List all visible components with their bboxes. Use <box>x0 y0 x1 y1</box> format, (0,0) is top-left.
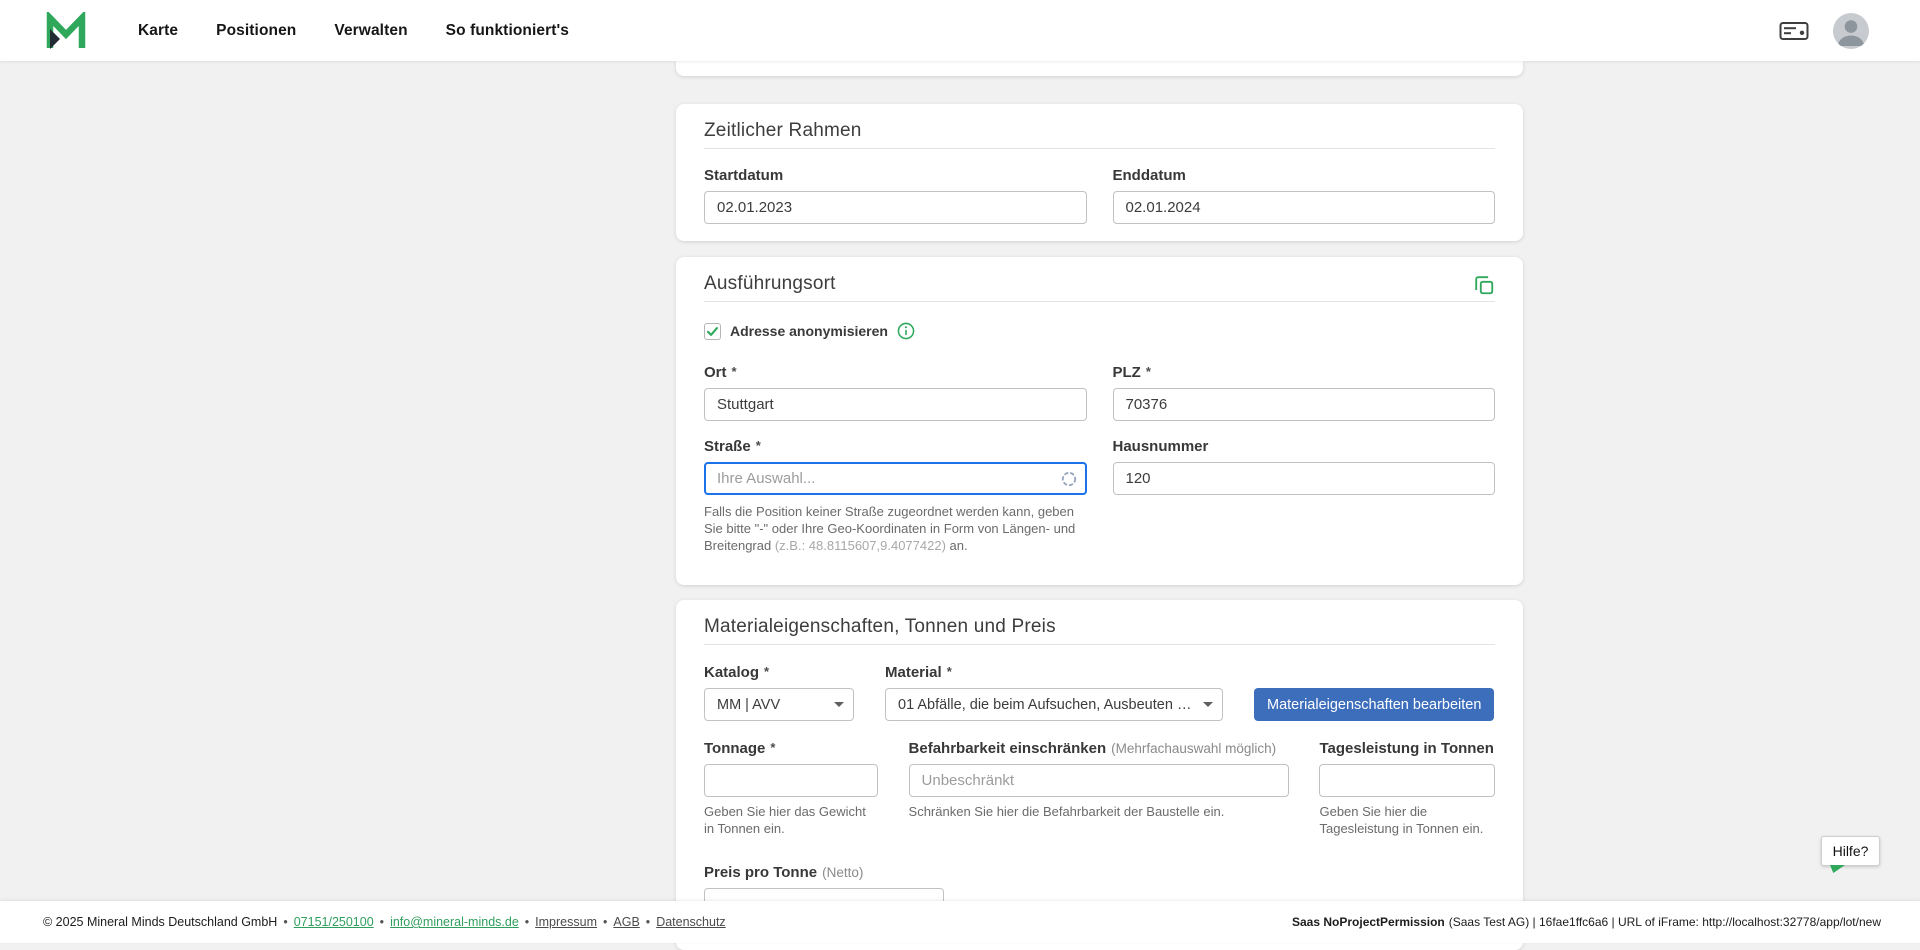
person-icon <box>1833 13 1869 49</box>
tagesleistung-helper-text: Geben Sie hier die Tagesleistung in Tonn… <box>1319 803 1495 837</box>
mineral-minds-logo[interactable] <box>46 11 86 51</box>
tonnage-helper-text: Geben Sie hier das Gewicht in Tonnen ein… <box>704 803 878 837</box>
enddatum-input[interactable] <box>1113 191 1496 224</box>
separator-dot: • <box>380 915 384 929</box>
chevron-down-icon <box>834 702 844 707</box>
footer-right: Saas NoProjectPermission (Saas Test AG) … <box>1292 915 1881 929</box>
tagesleistung-input[interactable] <box>1319 764 1495 797</box>
material-label: Material* <box>885 664 1223 682</box>
startdatum-label: Startdatum <box>704 167 1087 185</box>
strasse-label: Straße* <box>704 438 1087 456</box>
tonnage-field: Tonnage* Geben Sie hier das Gewicht in T… <box>704 740 878 837</box>
ort-label: Ort* <box>704 364 1087 382</box>
divider <box>704 644 1495 645</box>
nav-item-so-funktionierts[interactable]: So funktioniert's <box>446 22 569 40</box>
nav-item-positionen[interactable]: Positionen <box>216 22 296 40</box>
card-title-zeitlicher-rahmen: Zeitlicher Rahmen <box>704 119 1495 143</box>
tonnage-input[interactable] <box>704 764 878 797</box>
nav-item-karte[interactable]: Karte <box>138 22 178 40</box>
main-nav: Karte Positionen Verwalten So funktionie… <box>138 22 569 40</box>
card-title-ausfuehrungsort: Ausführungsort <box>704 272 836 296</box>
divider <box>704 148 1495 149</box>
saas-permission-text: Saas NoProjectPermission <box>1292 915 1445 929</box>
divider <box>704 301 1495 302</box>
card-zeitlicher-rahmen: Zeitlicher Rahmen Startdatum Enddatum <box>676 104 1523 241</box>
adresse-anonymisieren-checkbox[interactable] <box>704 323 721 340</box>
page-footer: © 2025 Mineral Minds Deutschland GmbH • … <box>0 901 1920 943</box>
footer-left: © 2025 Mineral Minds Deutschland GmbH • … <box>43 915 726 929</box>
befahrbarkeit-field: Befahrbarkeit einschränken (Mehrfachausw… <box>909 740 1290 820</box>
katalog-field: Katalog* MM | AVV <box>704 664 854 721</box>
user-avatar[interactable] <box>1833 13 1869 49</box>
enddatum-field: Enddatum <box>1113 167 1496 224</box>
required-marker: * <box>764 663 769 681</box>
startdatum-input[interactable] <box>704 191 1087 224</box>
befahrbarkeit-input[interactable] <box>909 764 1290 797</box>
hilfe-button[interactable]: Hilfe? <box>1821 836 1880 866</box>
email-link[interactable]: info@mineral-minds.de <box>390 915 519 929</box>
materialeigenschaften-bearbeiten-button[interactable]: Materialeigenschaften bearbeiten <box>1254 688 1494 721</box>
plz-field: PLZ* <box>1113 364 1496 421</box>
card-title-materialeigenschaften: Materialeigenschaften, Tonnen und Preis <box>704 615 1495 639</box>
preis-hint: (Netto) <box>822 864 863 882</box>
required-marker: * <box>732 363 737 381</box>
info-icon[interactable] <box>897 322 915 340</box>
tagesleistung-label: Tagesleistung in Tonnen <box>1319 740 1495 758</box>
katalog-label: Katalog* <box>704 664 854 682</box>
startdatum-field: Startdatum <box>704 167 1087 224</box>
saas-info-text: (Saas Test AG) | 16fae1ffc6a6 | URL of i… <box>1449 915 1881 929</box>
plz-label: PLZ* <box>1113 364 1496 382</box>
befahrbarkeit-hint: (Mehrfachauswahl möglich) <box>1111 740 1276 758</box>
tonnage-label: Tonnage* <box>704 740 878 758</box>
material-select[interactable]: 01 Abfälle, die beim Aufsuchen, Ausbeute… <box>885 688 1223 721</box>
material-field: Material* 01 Abfälle, die beim Aufsuchen… <box>885 664 1223 721</box>
ort-input[interactable] <box>704 388 1087 421</box>
separator-dot: • <box>603 915 607 929</box>
check-icon <box>706 325 719 338</box>
required-marker: * <box>756 437 761 455</box>
navbar-right <box>1779 13 1869 49</box>
required-marker: * <box>947 663 952 681</box>
top-navbar: Karte Positionen Verwalten So funktionie… <box>0 0 1920 61</box>
befahrbarkeit-helper-text: Schränken Sie hier die Befahrbarkeit der… <box>909 803 1290 820</box>
card-materialeigenschaften: Materialeigenschaften, Tonnen und Preis … <box>676 600 1523 950</box>
required-marker: * <box>770 739 775 757</box>
lot-form: Zeitlicher Rahmen Startdatum Enddatum Au… <box>676 61 1523 950</box>
hausnummer-field: Hausnummer <box>1113 438 1496 554</box>
hausnummer-input[interactable] <box>1113 462 1496 495</box>
strasse-helper-text: Falls die Position keiner Straße zugeord… <box>704 503 1082 554</box>
befahrbarkeit-label: Befahrbarkeit einschränken (Mehrfachausw… <box>909 740 1290 758</box>
partial-card-bottom <box>676 61 1523 76</box>
copy-icon[interactable] <box>1473 274 1495 296</box>
card-ausfuehrungsort: Ausführungsort Adresse anonymisieren <box>676 257 1523 585</box>
strasse-field: Straße* Falls die Position keiner Straße… <box>704 438 1087 554</box>
tagesleistung-field: Tagesleistung in Tonnen Geben Sie hier d… <box>1319 740 1495 837</box>
nav-item-verwalten[interactable]: Verwalten <box>334 22 407 40</box>
chevron-down-icon <box>1203 702 1213 707</box>
hilfe-label: Hilfe? <box>1833 843 1869 859</box>
ort-field: Ort* <box>704 364 1087 421</box>
card-reader-icon[interactable] <box>1779 19 1809 43</box>
adresse-anonymisieren-row: Adresse anonymisieren <box>704 322 1495 340</box>
adresse-anonymisieren-label: Adresse anonymisieren <box>730 323 888 339</box>
separator-dot: • <box>525 915 529 929</box>
preis-label: Preis pro Tonne (Netto) <box>704 864 944 882</box>
katalog-select[interactable]: MM | AVV <box>704 688 854 721</box>
datenschutz-link[interactable]: Datenschutz <box>656 915 725 929</box>
logo-m-icon <box>46 12 86 50</box>
plz-input[interactable] <box>1113 388 1496 421</box>
agb-link[interactable]: AGB <box>613 915 639 929</box>
phone-link[interactable]: 07151/250100 <box>294 915 374 929</box>
required-marker: * <box>1146 363 1151 381</box>
loading-spinner-icon <box>1061 471 1077 487</box>
hausnummer-label: Hausnummer <box>1113 438 1496 456</box>
copyright-text: © 2025 Mineral Minds Deutschland GmbH <box>43 915 277 929</box>
impressum-link[interactable]: Impressum <box>535 915 597 929</box>
separator-dot: • <box>646 915 650 929</box>
enddatum-label: Enddatum <box>1113 167 1496 185</box>
separator-dot: • <box>283 915 287 929</box>
strasse-input[interactable] <box>704 462 1087 495</box>
